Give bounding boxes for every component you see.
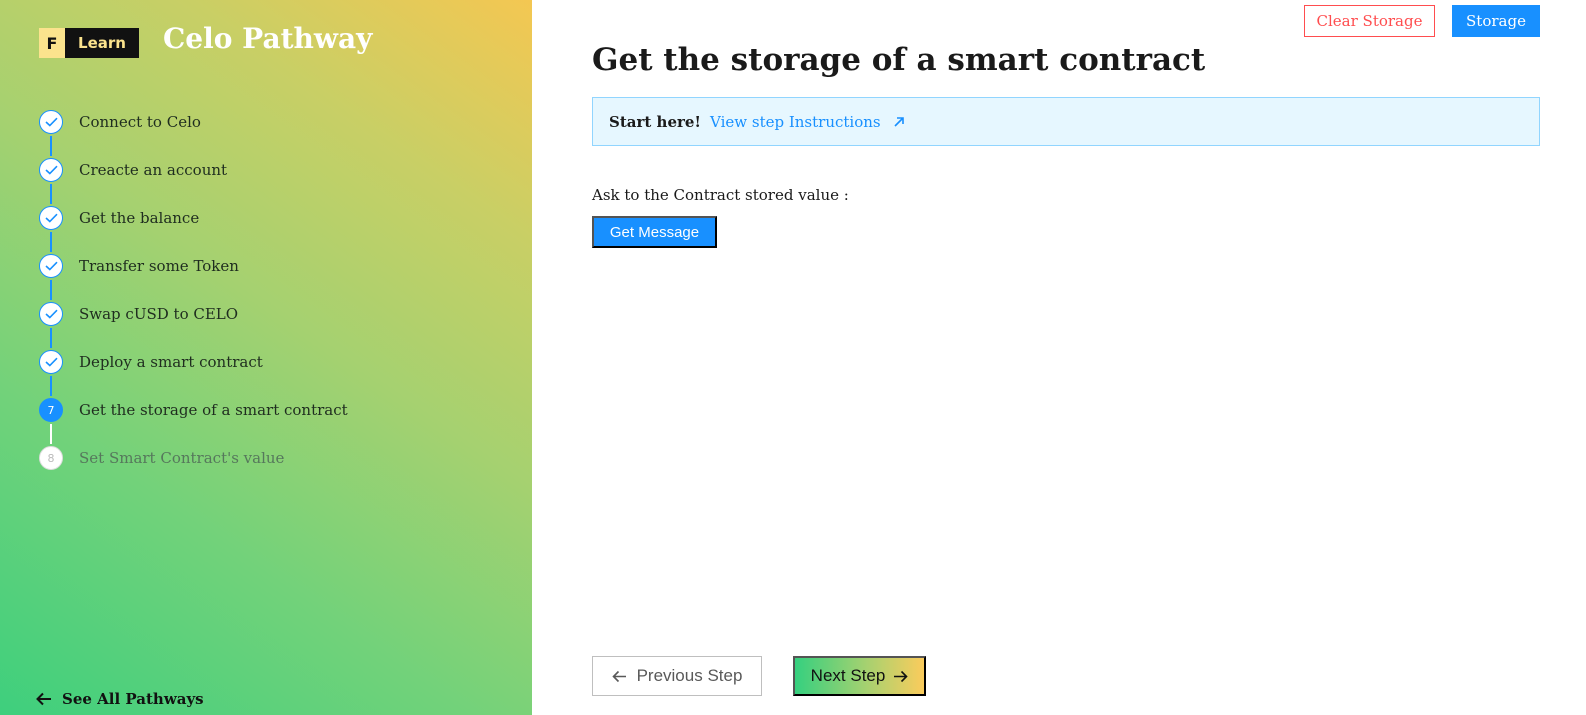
- arrow-left-icon: [36, 692, 51, 706]
- step-label: Transfer some Token: [79, 257, 239, 275]
- step-item[interactable]: Get the balance: [39, 206, 509, 254]
- ask-contract-label: Ask to the Contract stored value :: [592, 186, 849, 204]
- previous-step-label: Previous Step: [636, 666, 743, 685]
- see-all-pathways-link[interactable]: See All Pathways: [36, 690, 204, 708]
- page-title: Get the storage of a smart contract: [592, 42, 1206, 78]
- view-instructions-link[interactable]: View step Instructions: [710, 113, 905, 131]
- check-icon: [39, 302, 63, 326]
- logo-letter: F: [39, 28, 65, 58]
- step-connector: [50, 328, 52, 348]
- step-label: Get the balance: [79, 209, 200, 227]
- step-label: Set Smart Contract's value: [79, 449, 285, 467]
- step-item[interactable]: Transfer some Token: [39, 254, 509, 302]
- step-label: Creacte an account: [79, 161, 228, 179]
- storage-button[interactable]: Storage: [1452, 5, 1540, 37]
- arrow-left-icon: [611, 670, 626, 682]
- check-icon: [39, 254, 63, 278]
- get-message-button[interactable]: Get Message: [592, 216, 717, 248]
- see-all-label: See All Pathways: [62, 690, 204, 708]
- previous-step-button[interactable]: Previous Step: [592, 656, 762, 696]
- check-icon: [39, 158, 63, 182]
- view-instructions-label: View step Instructions: [710, 112, 881, 131]
- step-item[interactable]: Creacte an account: [39, 158, 509, 206]
- step-item[interactable]: Deploy a smart contract: [39, 350, 509, 398]
- step-item[interactable]: 7 Get the storage of a smart contract: [39, 398, 509, 446]
- check-icon: [39, 110, 63, 134]
- step-connector: [50, 280, 52, 300]
- step-connector: [50, 184, 52, 204]
- step-label: Deploy a smart contract: [79, 353, 263, 371]
- learn-logo[interactable]: F Learn: [39, 28, 139, 58]
- arrow-right-icon: [894, 670, 908, 682]
- brand: F Learn: [39, 28, 139, 58]
- step-item[interactable]: Connect to Celo: [39, 110, 509, 158]
- step-label: Connect to Celo: [79, 113, 201, 131]
- check-icon: [39, 350, 63, 374]
- step-connector: [50, 424, 52, 444]
- next-step-button[interactable]: Next Step: [793, 656, 926, 696]
- step-connector: [50, 376, 52, 396]
- step-number: 7: [39, 398, 63, 422]
- clear-storage-button[interactable]: Clear Storage: [1304, 5, 1435, 37]
- next-step-label: Next Step: [810, 666, 886, 685]
- step-number: 8: [39, 446, 63, 470]
- steps-list: Connect to Celo Creacte an account Get the…: [39, 110, 509, 494]
- sidebar: F Learn Celo Pathway Connect to Celo Crea…: [0, 0, 532, 715]
- step-label: Get the storage of a smart contract: [79, 401, 348, 419]
- step-item[interactable]: Swap cUSD to CELO: [39, 302, 509, 350]
- start-here-label: Start here!: [609, 112, 702, 131]
- step-label: Swap cUSD to CELO: [79, 305, 239, 323]
- step-connector: [50, 136, 52, 156]
- pathway-title: Celo Pathway: [163, 22, 373, 55]
- logo-text: Learn: [65, 28, 139, 58]
- step-item[interactable]: 8 Set Smart Contract's value: [39, 446, 509, 494]
- arrow-up-right-icon: [894, 116, 904, 127]
- step-connector: [50, 232, 52, 252]
- instructions-alert: Start here! View step Instructions: [592, 97, 1540, 146]
- check-icon: [39, 206, 63, 230]
